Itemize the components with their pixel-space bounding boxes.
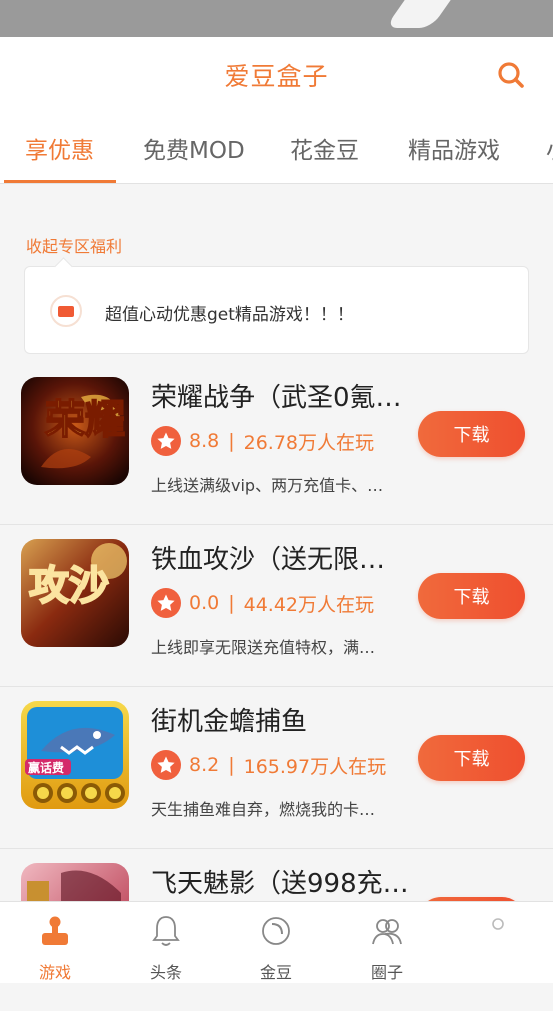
bell-icon — [152, 916, 180, 946]
download-button[interactable]: 下载 — [418, 411, 525, 457]
meta-separator: | — [228, 754, 235, 776]
nav-games[interactable]: 游戏 — [15, 912, 95, 982]
game-rating: 8.2 — [189, 754, 220, 776]
coin-icon — [262, 917, 290, 945]
status-bar — [0, 0, 553, 37]
notice-text: 超值心动优惠get精品游戏！！！ — [105, 305, 354, 325]
game-controller-icon — [42, 916, 68, 945]
download-button[interactable]: 下载 — [418, 573, 525, 619]
game-desc: 上线送满级vip、两万充值卡、… — [151, 476, 384, 495]
fishing-game-icon[interactable]: 赢话费 — [21, 701, 129, 809]
game-players: 44.42万人在玩 — [243, 593, 375, 616]
notice-card[interactable]: 超值心动优惠get精品游戏！！！ — [24, 266, 529, 354]
thumb-text-2: 攻沙 — [29, 563, 109, 609]
nav-me[interactable] — [458, 912, 538, 978]
ticket-icon — [50, 295, 82, 327]
game-desc: 天生捕鱼难自弃，燃烧我的卡… — [151, 800, 376, 819]
app-header: 爱豆盒子 — [0, 37, 553, 113]
search-icon[interactable] — [497, 61, 525, 89]
game-name: 飞天魅影（送998充… — [151, 869, 409, 899]
nav-toutiao[interactable]: 头条 — [126, 912, 206, 982]
game-players: 26.78万人在玩 — [243, 431, 375, 454]
game-item[interactable]: 攻沙 铁血攻沙（送无限… 0.0 | 44.42万人在玩 上线即享无限送充值特权… — [0, 525, 553, 687]
download-button[interactable]: 下载 — [418, 735, 525, 781]
game-desc: 上线即享无限送充值特权，满… — [151, 638, 376, 657]
star-icon — [151, 750, 181, 780]
nav-label: 头条 — [149, 963, 182, 982]
game-meta: 8.2 | 165.97万人在玩 — [151, 750, 386, 780]
game-meta: 8.8 | 26.78万人在玩 — [151, 426, 374, 456]
rongyao-game-icon[interactable]: 荣耀 — [21, 377, 129, 485]
game-item[interactable]: 赢话费 街机金蟾捕鱼 8.2 | 165.97万人在玩 天生捕鱼难自弃，燃烧我的… — [0, 687, 553, 849]
game-item[interactable]: 荣耀 荣耀战争（武圣0氪… 8.8 | 26.78万人在玩 上线送满级vip、两… — [0, 363, 553, 525]
meta-separator: | — [228, 430, 235, 452]
game-players: 165.97万人在玩 — [243, 755, 387, 778]
star-icon — [151, 426, 181, 456]
game-name: 铁血攻沙（送无限… — [151, 545, 386, 575]
category-tabs: 享优惠 免费MOD 花金豆 精品游戏 小 — [0, 113, 553, 184]
tab-xiangyouhui[interactable]: 享优惠 — [25, 131, 94, 165]
meta-separator: | — [228, 592, 235, 614]
thumb-text-3: 赢话费 — [28, 760, 64, 775]
game-rating: 8.8 — [189, 430, 220, 452]
tab-more[interactable]: 小 — [546, 131, 553, 165]
nav-jindou[interactable]: 金豆 — [236, 912, 316, 982]
status-bar-glare — [385, 0, 455, 28]
bottom-nav: 游戏 头条 金豆 圈子 — [0, 901, 553, 983]
nav-label: 游戏 — [38, 963, 71, 982]
group-icon — [372, 919, 402, 945]
active-tab-indicator — [4, 180, 116, 183]
user-icon — [492, 918, 504, 930]
tab-free-mod[interactable]: 免费MOD — [143, 131, 245, 165]
gongsha-game-icon[interactable]: 攻沙 — [21, 539, 129, 647]
nav-quanzi[interactable]: 圈子 — [347, 912, 427, 982]
tab-jingpin-games[interactable]: 精品游戏 — [408, 131, 500, 165]
app-title: 爱豆盒子 — [224, 62, 329, 91]
tab-huajindou[interactable]: 花金豆 — [290, 131, 359, 165]
star-icon — [151, 588, 181, 618]
game-name: 荣耀战争（武圣0氪… — [151, 383, 402, 413]
nav-label: 金豆 — [259, 963, 292, 982]
game-name: 街机金蟾捕鱼 — [151, 707, 308, 737]
game-rating: 0.0 — [189, 592, 220, 614]
nav-label: 圈子 — [370, 963, 403, 982]
game-meta: 0.0 | 44.42万人在玩 — [151, 588, 374, 618]
collapse-zone-link[interactable]: 收起专区福利 — [26, 233, 122, 257]
thumb-text-1: 荣耀 — [45, 397, 125, 443]
